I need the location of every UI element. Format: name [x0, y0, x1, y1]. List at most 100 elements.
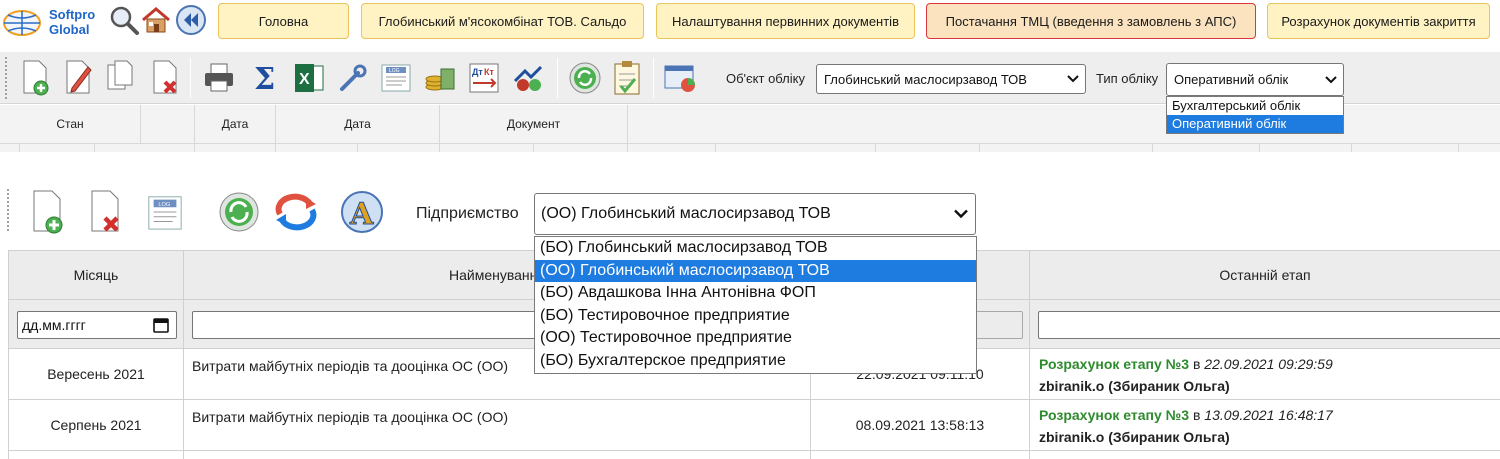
type-dropdown-list: Бухгалтерський облік Оперативний облік: [1166, 96, 1344, 134]
enterprise-option[interactable]: (ОО) Тестировочное предприятие: [535, 327, 976, 350]
sum-icon: Σ: [254, 62, 275, 95]
tab-tmc-supply[interactable]: Постачання ТМЦ (введення з замовлень з А…: [926, 3, 1256, 39]
row-last-stage-line: Розрахунок етапу №3 в 13.09.2021 16:48:1…: [1039, 404, 1500, 426]
subrow-cell: [534, 143, 628, 152]
type-select[interactable]: Оперативний облік: [1166, 63, 1344, 96]
transfer-icon: [513, 65, 543, 91]
calendar-icon[interactable]: [153, 317, 169, 333]
sync-button[interactable]: [271, 188, 321, 236]
stage-name[interactable]: Розрахунок етапу №3: [1039, 356, 1189, 372]
stage-time: 22.09.2021 09:29:59: [1204, 356, 1333, 372]
home-icon[interactable]: [140, 4, 172, 36]
logo[interactable]: Softpro Global: [2, 3, 106, 41]
edit-button[interactable]: [59, 58, 97, 98]
svg-text:A: A: [349, 197, 374, 232]
back-icon[interactable]: [175, 4, 207, 36]
subrow-cell: [628, 143, 716, 152]
column-header-date[interactable]: Дата: [195, 105, 276, 143]
enterprise-select[interactable]: (ОО) Глобинський маслосирзавод ТОВ: [534, 193, 976, 235]
tab-meat-plant-balance[interactable]: Глобинський м'ясокомбінат ТОВ. Сальдо: [361, 3, 644, 39]
log-icon: LOG: [381, 64, 411, 92]
stage-name[interactable]: Розрахунок етапу №3: [1039, 407, 1189, 423]
column-header-blank[interactable]: [141, 105, 195, 143]
subrow-cell: [358, 143, 440, 152]
checklist-icon: [614, 61, 640, 95]
add-record-button[interactable]: [28, 188, 66, 236]
log-button[interactable]: LOG: [377, 58, 415, 98]
add-document-button[interactable]: [16, 58, 54, 98]
search-icon[interactable]: [108, 4, 140, 36]
globe-logo-icon: [3, 10, 41, 36]
print-button[interactable]: [200, 58, 238, 98]
delete-record-button[interactable]: [86, 188, 124, 236]
enterprise-option[interactable]: (БО) Авдашкова Інна Антонівна ФОП: [535, 282, 976, 305]
font-button[interactable]: A: [338, 188, 386, 236]
font-icon: A: [341, 191, 383, 233]
column-header-state[interactable]: Стан: [0, 105, 141, 143]
last-stage-filter-input[interactable]: [1038, 311, 1500, 339]
subrow-cell: [95, 143, 195, 152]
enterprise-option[interactable]: (БО) Тестировочное предприятие: [535, 305, 976, 328]
stage-in: в: [1192, 356, 1201, 372]
refresh-icon: [219, 192, 259, 232]
tab-primary-doc-settings[interactable]: Налаштування первинних документів: [656, 3, 915, 39]
stage-time: 13.09.2021 16:48:17: [1204, 407, 1333, 423]
subrow-cell: [1260, 143, 1352, 152]
tab-closing-docs[interactable]: Розрахунок документів закриття: [1267, 3, 1490, 39]
enterprise-dropdown-list: (БО) Глобинський маслосирзавод ТОВ (ОО) …: [534, 236, 977, 374]
row-cell: [184, 451, 811, 459]
money-button[interactable]: [421, 58, 459, 98]
log-button-lower[interactable]: LOG: [146, 188, 184, 236]
refresh-button-lower[interactable]: [217, 188, 261, 236]
date-placeholder: дд.мм.гггг: [22, 317, 86, 333]
column-header-date-2[interactable]: Дата: [276, 105, 440, 143]
subrow-cell: [1153, 143, 1260, 152]
row-date: 08.09.2021 13:58:13: [811, 400, 1030, 450]
refresh-button[interactable]: [566, 58, 604, 98]
row-month: Серпень 2021: [9, 400, 184, 450]
chevron-down-icon: [1325, 75, 1337, 83]
column-header-month[interactable]: Місяць: [9, 251, 184, 299]
tools-button[interactable]: [334, 58, 372, 98]
object-select[interactable]: Глобинський маслосирзавод ТОВ: [816, 64, 1086, 94]
enterprise-option-selected[interactable]: (ОО) Глобинський маслосирзавод ТОВ: [535, 259, 976, 283]
toolbar-grip[interactable]: [6, 188, 10, 232]
debit-credit-icon: Дт Кт: [469, 63, 499, 93]
brand-name: Softpro Global: [49, 7, 95, 37]
svg-text:LOG: LOG: [389, 68, 400, 74]
svg-text:Кт: Кт: [484, 67, 494, 77]
subrow-cell: [440, 143, 534, 152]
column-header-document[interactable]: Документ: [440, 105, 628, 143]
row-month: Вересень 2021: [9, 349, 184, 399]
chart-window-button[interactable]: [661, 58, 699, 98]
transfer-button[interactable]: [509, 58, 547, 98]
toolbar-grip[interactable]: [4, 56, 8, 100]
subrow-cell: [1352, 143, 1459, 152]
month-filter-input[interactable]: дд.мм.гггг: [17, 311, 177, 339]
sum-button[interactable]: Σ: [246, 58, 284, 98]
row-name: Витрати майбутніх періодів та дооцінка О…: [184, 400, 811, 450]
delete-document-icon: [153, 60, 177, 94]
checklist-button[interactable]: [608, 58, 646, 98]
column-header-last-stage[interactable]: Останній етап: [1030, 251, 1500, 299]
svg-text:X: X: [299, 71, 310, 88]
row-cell: [9, 451, 184, 459]
tab-home[interactable]: Головна: [218, 3, 349, 39]
type-option-operational[interactable]: Оперативний облік: [1167, 115, 1343, 133]
enterprise-option[interactable]: (БО) Глобинський маслосирзавод ТОВ: [535, 237, 976, 260]
filter-cell-last-stage: [1030, 300, 1500, 348]
delete-document-button[interactable]: [146, 58, 184, 98]
table-row[interactable]: Серпень 2021 Витрати майбутніх періодів …: [9, 400, 1500, 451]
debit-credit-button[interactable]: Дт Кт: [465, 58, 503, 98]
subrow-cell: [716, 143, 876, 152]
toolbar-separator: [205, 190, 206, 234]
chevron-down-icon: [1067, 75, 1079, 83]
filter-cell-month: дд.мм.гггг: [9, 300, 184, 348]
toolbar-separator: [330, 190, 331, 234]
subrow-cell: [980, 143, 1153, 152]
type-option-accounting[interactable]: Бухгалтерський облік: [1167, 97, 1343, 115]
copy-button[interactable]: [101, 58, 139, 98]
enterprise-option[interactable]: (БО) Бухгалтерское предприятие: [535, 350, 976, 373]
excel-button[interactable]: X: [290, 58, 328, 98]
row-last-stage-line: Розрахунок етапу №3 в 22.09.2021 09:29:5…: [1039, 353, 1500, 375]
